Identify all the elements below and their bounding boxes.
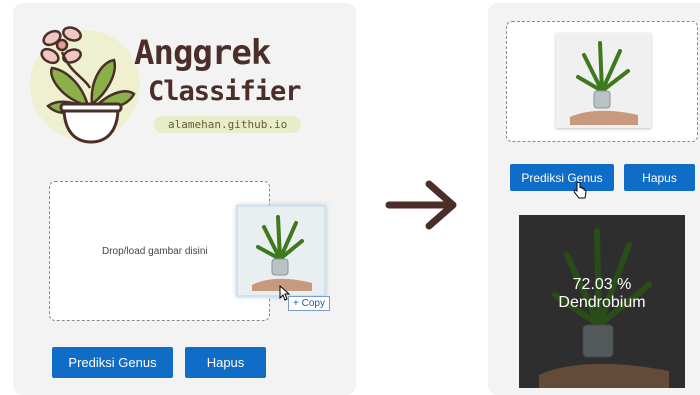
prediction-result-card: 72.03 % Dendrobium: [519, 215, 685, 388]
copy-badge: + Copy: [288, 296, 330, 311]
dragged-image-preview: [236, 205, 326, 297]
predict-genus-button[interactable]: Prediksi Genus: [52, 347, 173, 378]
dropzone-text: Drop/load gambar disini: [102, 246, 208, 257]
orchid-logo-icon: [40, 26, 136, 144]
result-genus: Dendrobium: [558, 294, 646, 311]
predict-genus-button[interactable]: Prediksi Genus: [510, 164, 614, 191]
clear-button[interactable]: Hapus: [624, 164, 695, 191]
orchid-photo: [238, 207, 324, 295]
app-title: Anggrek: [134, 33, 271, 73]
hand-cursor-icon: [573, 182, 587, 199]
app-subtitle: Classifier: [148, 76, 302, 107]
uploaded-image: [556, 33, 651, 128]
orchid-photo: [556, 33, 651, 128]
arrow-right-icon: [385, 180, 457, 230]
result-confidence: 72.03 %: [572, 276, 632, 293]
clear-button[interactable]: Hapus: [185, 347, 266, 378]
app-link[interactable]: alamehan.github.io: [154, 116, 302, 133]
app-logo: Anggrek Classifier alamehan.github.io: [30, 18, 302, 148]
